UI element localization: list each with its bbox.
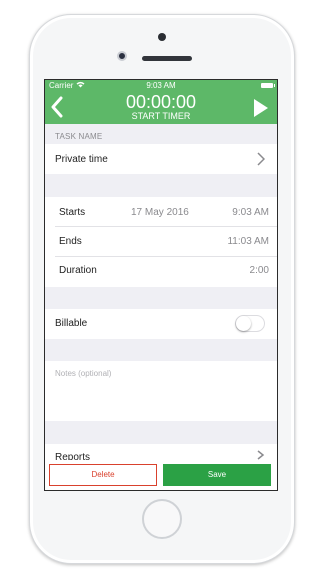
notes-placeholder: Notes (optional) [55, 369, 112, 378]
start-timer-label[interactable]: START TIMER [45, 111, 277, 121]
status-time: 9:03 AM [146, 81, 176, 90]
billable-row: Billable [45, 309, 277, 339]
action-bar: Delete Save [45, 460, 277, 490]
task-name-value: Private time [55, 154, 108, 165]
battery-icon [261, 83, 275, 88]
starts-label: Starts [59, 207, 86, 218]
task-name-row[interactable]: Private time [45, 144, 277, 174]
chevron-right-icon [257, 152, 265, 166]
timer-display: 00:00:00 [125, 92, 197, 112]
home-button[interactable] [142, 499, 182, 539]
notes-field[interactable]: Notes (optional) [45, 361, 277, 421]
play-icon [254, 99, 268, 117]
app-screen: Carrier 9:03 AM 00:00:00 START TIMER TAS… [44, 79, 278, 491]
toggle-knob [236, 316, 251, 331]
timer-header: Carrier 9:03 AM 00:00:00 START TIMER [45, 80, 277, 124]
starts-row[interactable]: Starts 17 May 2016 9:03 AM [45, 197, 277, 227]
billable-toggle[interactable] [235, 315, 265, 332]
ends-label: Ends [59, 236, 82, 247]
proximity-sensor [158, 33, 166, 41]
delete-button[interactable]: Delete [49, 464, 157, 486]
duration-label: Duration [59, 265, 97, 276]
schedule-group: Starts 17 May 2016 9:03 AM Ends 11:03 AM… [45, 197, 277, 287]
reports-row[interactable]: Reports [45, 444, 277, 463]
chevron-right-icon [257, 450, 265, 460]
billable-label: Billable [55, 318, 88, 329]
task-name-section-label: TASK NAME [55, 132, 103, 141]
start-timer-button[interactable] [253, 98, 269, 118]
status-bar: Carrier 9:03 AM [45, 80, 277, 91]
starts-date: 17 May 2016 [131, 207, 189, 218]
ends-row[interactable]: Ends 11:03 AM [45, 227, 277, 257]
earpiece-speaker [142, 56, 192, 61]
duration-row[interactable]: Duration 2:00 [45, 257, 277, 287]
duration-value: 2:00 [249, 265, 269, 276]
starts-time: 9:03 AM [232, 207, 269, 218]
save-button[interactable]: Save [163, 464, 271, 486]
front-camera [117, 51, 127, 61]
ends-time: 11:03 AM [227, 236, 269, 247]
